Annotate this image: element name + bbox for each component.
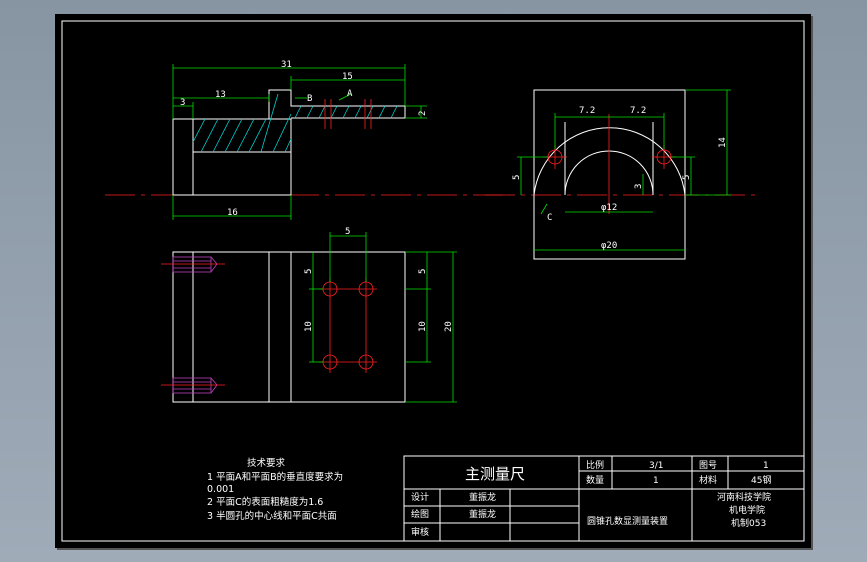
- note-3: 3 半圆孔的中心线和平面C共面: [207, 510, 337, 522]
- review-label: 审核: [411, 526, 429, 538]
- drawing-sheet[interactable]: 31 15 13 3 2 16 B A 7.2 7.2 14 5 5 3 φ12…: [55, 14, 811, 548]
- dim-3: 3: [180, 98, 185, 108]
- label-a: A: [347, 89, 353, 99]
- right-view: 7.2 7.2 14 5 5 3 φ12 φ20 C: [485, 89, 760, 260]
- label-c: C: [547, 213, 552, 223]
- cad-viewport[interactable]: 31 15 13 3 2 16 B A 7.2 7.2 14 5 5 3 φ12…: [0, 0, 867, 562]
- draw-label: 绘图: [411, 508, 429, 520]
- dim-phi20: φ20: [601, 241, 617, 251]
- dim-10-right: 10: [418, 321, 428, 332]
- dim-phi12: φ12: [601, 203, 617, 213]
- qty-label: 数量: [586, 474, 604, 486]
- part-name: 主测量尺: [465, 465, 525, 483]
- dim-5-left: 5: [512, 175, 522, 180]
- top-view-body: [192, 118, 292, 196]
- design-label: 设计: [411, 491, 429, 503]
- dim-10-left: 10: [304, 321, 314, 332]
- dim-5-top: 5: [345, 227, 350, 237]
- drawing-no-label: 图号: [699, 460, 717, 471]
- dim-31: 31: [281, 60, 292, 70]
- dim-3-right-view: 3: [634, 184, 644, 189]
- notes-title: 技术要求: [247, 457, 286, 469]
- drawing-canvas: 31 15 13 3 2 16 B A 7.2 7.2 14 5 5 3 φ12…: [61, 20, 805, 542]
- dim-14: 14: [718, 137, 728, 148]
- design-value: 董振龙: [469, 491, 496, 503]
- note-1-cont: 0.001: [207, 484, 234, 495]
- label-b: B: [307, 94, 312, 104]
- dim-5-right: 5: [682, 175, 692, 180]
- school-name: 河南科技学院: [717, 491, 771, 503]
- right-view-outline: [533, 89, 686, 260]
- front-view-outline: [172, 251, 406, 403]
- top-view: 31 15 13 3 2 16 B A: [105, 60, 510, 220]
- front-view-dims: [309, 232, 457, 403]
- front-view: 5 5 10 5 10 20: [161, 227, 457, 403]
- drawing-no-value: 1: [763, 461, 769, 471]
- material-label: 材料: [699, 474, 717, 486]
- dim-13: 13: [215, 90, 226, 100]
- dim-5-left-front: 5: [304, 269, 314, 274]
- top-view-left-flange: [172, 118, 194, 196]
- top-view-hatch: [192, 93, 398, 153]
- dim-7-2-left: 7.2: [579, 106, 595, 116]
- dim-5-right-front: 5: [418, 269, 428, 274]
- title-block: 主测量尺 比例 3/1 图号 1 数量 1 材料 45钢 设计 董振龙 绘图 董…: [403, 455, 805, 542]
- right-view-dims: [517, 89, 731, 251]
- class-name: 机制053: [731, 517, 766, 529]
- material-value: 45钢: [751, 474, 771, 486]
- dim-2: 2: [418, 111, 428, 116]
- college-name: 机电学院: [729, 504, 765, 516]
- dim-16: 16: [227, 208, 238, 218]
- right-view-outer-arc: [533, 127, 686, 196]
- note-2: 2 平面C的表面粗糙度为1.6: [207, 496, 323, 508]
- qty-value: 1: [653, 476, 659, 486]
- ratio-value: 3/1: [649, 461, 663, 471]
- ratio-label: 比例: [586, 459, 604, 471]
- technical-notes: 技术要求 1 平面A和平面B的垂直度要求为 0.001 2 平面C的表面粗糙度为…: [207, 457, 343, 522]
- dim-7-2-right: 7.2: [630, 106, 646, 116]
- project-name: 圆锥孔数显测量装置: [587, 515, 668, 527]
- top-view-dims: [172, 64, 427, 220]
- draw-value: 董振龙: [469, 508, 496, 520]
- dim-20: 20: [444, 321, 454, 332]
- note-1: 1 平面A和平面B的垂直度要求为: [207, 471, 343, 483]
- dim-15: 15: [342, 72, 353, 82]
